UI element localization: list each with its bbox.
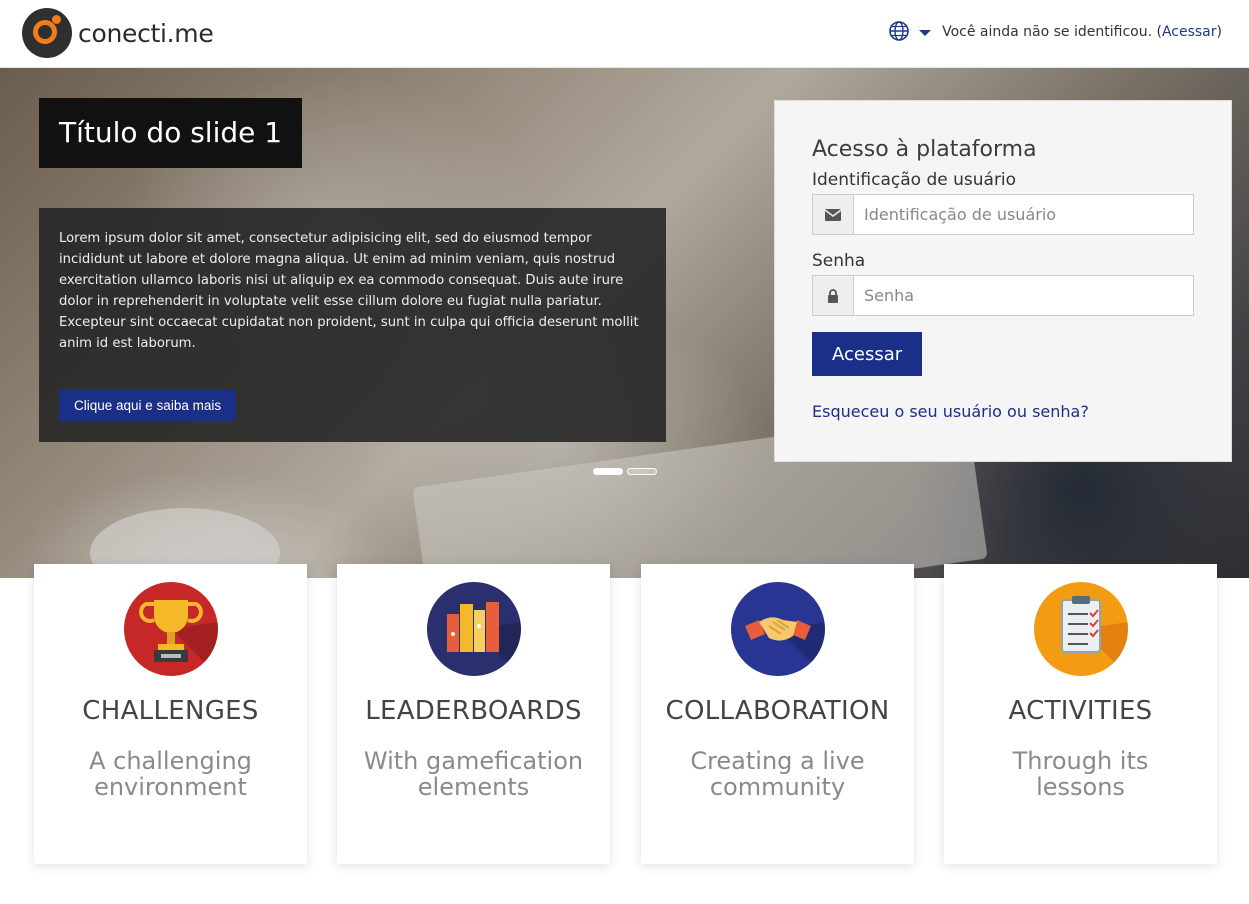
login-status-close: ) (1216, 24, 1222, 40)
card-title: CHALLENGES (82, 696, 259, 726)
password-input[interactable] (853, 275, 1194, 316)
username-input[interactable] (853, 194, 1194, 235)
logo-text: conecti.me (78, 18, 214, 48)
top-navbar: conecti.me Você ainda não se identificou… (0, 0, 1249, 68)
card-subtitle: With gamefication elements (363, 747, 584, 801)
login-status-text: Você ainda não se identificou. ( (942, 24, 1162, 40)
header-login-link[interactable]: Acessar (1162, 24, 1217, 40)
clipboard-icon (1033, 582, 1128, 676)
card-subtitle: A challenging environment (89, 747, 252, 801)
username-group (812, 194, 1194, 235)
slide-text: Lorem ipsum dolor sit amet, consectetur … (59, 231, 639, 351)
carousel-indicator-2[interactable] (627, 468, 657, 475)
password-label: Senha (812, 251, 866, 271)
password-group (812, 275, 1194, 316)
card-title: LEADERBOARDS (365, 696, 582, 726)
carousel-indicators (593, 468, 657, 475)
site-logo[interactable]: conecti.me (22, 8, 214, 58)
login-heading: Acesso à plataforma (812, 137, 1037, 162)
feature-card-activities: ACTIVITIES Through its lessons (944, 564, 1217, 864)
slide-learn-more-button[interactable]: Clique aqui e saiba mais (59, 389, 237, 422)
feature-cards: CHALLENGES A challenging environment LEA… (34, 564, 1217, 864)
books-icon (426, 582, 521, 676)
carousel-indicator-1[interactable] (593, 468, 623, 475)
lock-icon (812, 275, 853, 316)
card-subtitle: Through its lessons (1012, 747, 1149, 801)
card-title: ACTIVITIES (1008, 696, 1153, 726)
envelope-icon (812, 194, 853, 235)
feature-card-collaboration: COLLABORATION Creating a live community (641, 564, 914, 864)
feature-card-challenges: CHALLENGES A challenging environment (34, 564, 307, 864)
hero-carousel: Título do slide 1 Lorem ipsum dolor sit … (0, 68, 1249, 578)
username-label: Identificação de usuário (812, 170, 1017, 190)
slide-caption: Lorem ipsum dolor sit amet, consectetur … (39, 208, 666, 442)
slide-title: Título do slide 1 (39, 98, 303, 168)
globe-icon (889, 21, 909, 41)
login-submit-button[interactable]: Acessar (812, 332, 923, 376)
logo-mark-icon (22, 8, 72, 58)
login-status: Você ainda não se identificou. (Acessar) (942, 24, 1222, 40)
language-menu[interactable] (888, 20, 931, 42)
card-title: COLLABORATION (665, 696, 890, 726)
forgot-password-link[interactable]: Esqueceu o seu usuário ou senha? (812, 402, 1089, 421)
login-panel: Acesso à plataforma Identificação de usu… (774, 100, 1232, 462)
feature-card-leaderboards: LEADERBOARDS With gamefication elements (337, 564, 610, 864)
chevron-down-icon (919, 30, 931, 36)
trophy-icon (123, 582, 218, 676)
card-subtitle: Creating a live community (690, 747, 865, 801)
handshake-icon (730, 582, 825, 676)
